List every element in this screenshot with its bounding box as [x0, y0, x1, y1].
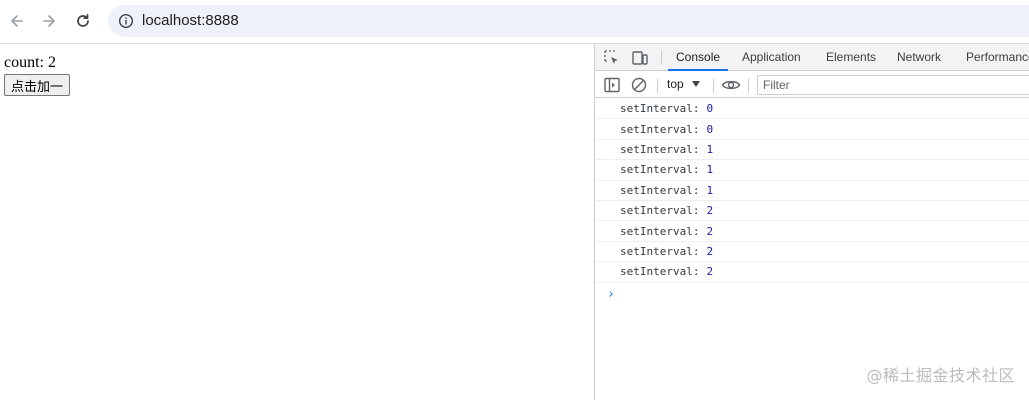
console-log-list: setInterval: 0 setInterval: 0 setInterval:… — [595, 99, 1029, 283]
arrow-right-icon — [43, 15, 55, 27]
clear-console-icon[interactable] — [630, 76, 648, 94]
log-value: 0 — [706, 102, 714, 116]
console-prompt[interactable]: › — [607, 287, 615, 302]
device-toolbar-icon[interactable] — [631, 49, 649, 67]
reload-icon — [77, 13, 89, 27]
filter-input[interactable] — [758, 76, 1029, 94]
log-entry: setInterval: 1 — [595, 160, 1029, 181]
caret-down-icon — [691, 81, 700, 87]
toolbar-separator — [713, 78, 714, 93]
address-bar[interactable]: localhost:8888 — [108, 5, 1029, 37]
toolbar-separator — [657, 78, 658, 93]
context-selector[interactable]: top — [667, 77, 700, 91]
count-label: count: 2 — [4, 54, 56, 71]
increment-button[interactable]: 点击加一 — [4, 74, 71, 96]
log-value: 1 — [706, 183, 714, 197]
log-value: 1 — [706, 142, 714, 156]
log-entry: setInterval: 2 — [595, 221, 1029, 242]
filter-field[interactable] — [757, 75, 1029, 95]
log-entry: setInterval: 1 — [595, 140, 1029, 161]
log-text: setInterval: — [620, 122, 700, 136]
context-label: top — [667, 77, 684, 91]
log-entry: setInterval: 2 — [595, 242, 1029, 263]
eye-icon[interactable] — [721, 76, 741, 94]
info-circle-icon[interactable] — [118, 13, 134, 29]
log-value: 2 — [706, 244, 714, 258]
toolbar-separator — [748, 78, 749, 93]
log-text: setInterval: — [620, 265, 700, 279]
devtools-tab-bar: Console Application Elements Network Per… — [595, 44, 1029, 71]
tab-performance[interactable]: Performance — [966, 44, 1029, 71]
log-value: 2 — [706, 265, 714, 279]
tab-network[interactable]: Network — [897, 44, 941, 71]
log-value: 2 — [706, 224, 714, 238]
inspect-element-icon[interactable] — [603, 49, 621, 67]
devtools-panel: Console Application Elements Network Per… — [594, 44, 1029, 400]
sidebar-toggle-icon[interactable] — [603, 76, 621, 94]
forward-button[interactable] — [36, 8, 62, 34]
log-text: setInterval: — [620, 163, 700, 177]
browser-toolbar: localhost:8888 — [0, 0, 1029, 44]
log-value: 0 — [706, 122, 714, 136]
tab-console[interactable]: Console — [667, 44, 729, 71]
log-entry: setInterval: 2 — [595, 201, 1029, 222]
tab-separator — [661, 50, 662, 65]
url-text[interactable]: localhost:8888 — [142, 12, 239, 29]
console-toolbar: top — [595, 72, 1029, 98]
log-entry: setInterval: 2 — [595, 262, 1029, 283]
log-text: setInterval: — [620, 224, 700, 238]
tab-elements[interactable]: Elements — [826, 44, 876, 71]
log-entry: setInterval: 0 — [595, 119, 1029, 140]
watermark: @稀土掘金技术社区 — [866, 366, 1015, 385]
reload-button[interactable] — [70, 8, 96, 34]
arrow-left-icon — [11, 15, 23, 27]
log-text: setInterval: — [620, 183, 700, 197]
log-entry: setInterval: 1 — [595, 181, 1029, 201]
log-value: 2 — [706, 204, 714, 218]
log-text: setInterval: — [620, 102, 700, 116]
back-button[interactable] — [4, 8, 30, 34]
tab-application[interactable]: Application — [742, 44, 801, 71]
log-text: setInterval: — [620, 204, 700, 218]
log-entry: setInterval: 0 — [595, 99, 1029, 120]
log-text: setInterval: — [620, 244, 700, 258]
log-text: setInterval: — [620, 142, 700, 156]
page-content: count: 2 点击加一 — [0, 44, 594, 400]
log-value: 1 — [706, 163, 714, 177]
